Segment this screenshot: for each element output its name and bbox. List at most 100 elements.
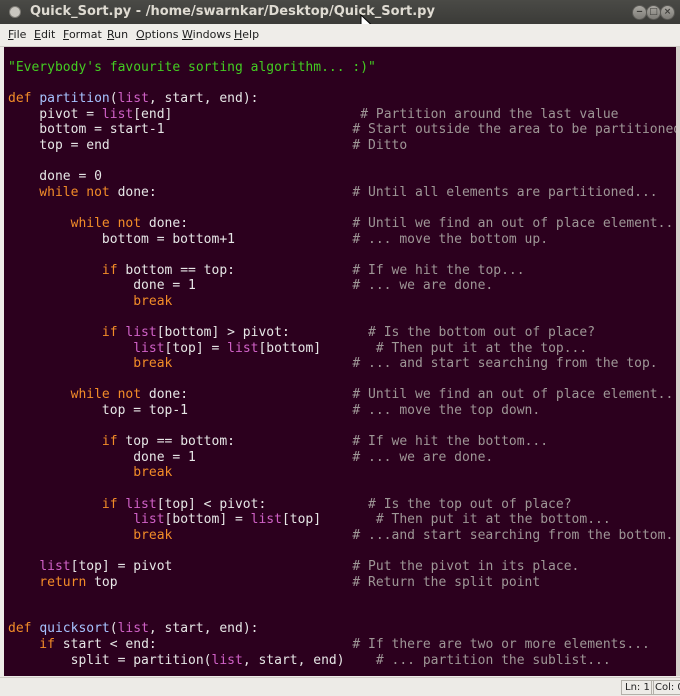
code-token-comment: # ... move the bottom up.	[352, 231, 549, 247]
vertical-scrollbar[interactable]	[676, 47, 680, 676]
code-line[interactable]: list[top] = pivot # Put the pivot in its…	[8, 559, 676, 575]
code-line[interactable]: break	[8, 294, 676, 310]
code-line[interactable]: return top # Return the split point	[8, 575, 676, 591]
code-line[interactable]: if list[bottom] > pivot: # Is the bottom…	[8, 325, 676, 341]
code-token-comment: # ... we are done.	[352, 449, 494, 465]
code-line[interactable]: if top == bottom: # If we hit the bottom…	[8, 434, 676, 450]
code-token-code	[8, 341, 133, 356]
code-token-keyword: if	[8, 496, 126, 512]
code-line[interactable]	[8, 590, 676, 606]
code-line[interactable]	[8, 76, 676, 92]
code-line[interactable]: list[top] = list[bottom] # Then put it a…	[8, 341, 676, 357]
code-line[interactable]: while not done: # Until we find an out o…	[8, 387, 676, 403]
code-line[interactable]: list[bottom] = list[top] # Then put it a…	[8, 512, 676, 528]
code-token-builtin: list	[133, 512, 165, 528]
code-token-builtin: list	[117, 621, 149, 637]
menu-windows[interactable]: Windows	[182, 28, 231, 41]
code-token-builtin: list	[227, 340, 259, 356]
code-token-code	[8, 559, 39, 574]
code-token-code: , start, end)	[242, 652, 376, 668]
code-token-comment: # Put the pivot in its place.	[352, 559, 580, 574]
code-line[interactable]: top = end # Ditto	[8, 138, 676, 154]
code-token-keyword: def	[8, 621, 40, 637]
code-line[interactable]	[8, 419, 676, 435]
code-token-code: [bottom]	[258, 340, 376, 356]
minimize-button[interactable]: ‒	[632, 5, 647, 20]
code-line[interactable]: if bottom == top: # If we hit the top...	[8, 263, 676, 279]
code-token-comment: # Start outside the area to be partition…	[352, 122, 676, 138]
code-line[interactable]: def partition(list, start, end):	[8, 91, 676, 107]
code-line[interactable]	[8, 200, 676, 216]
menu-format[interactable]: Format	[63, 28, 102, 41]
maximize-button[interactable]: □	[646, 5, 661, 20]
close-button[interactable]: ×	[660, 5, 675, 20]
code-line[interactable]: if start < end: # If there are two or mo…	[8, 637, 676, 653]
code-token-comment: # Ditto	[352, 137, 408, 153]
code-line[interactable]: split = partition(list, start, end) # ..…	[8, 653, 676, 669]
code-token-code: (	[109, 91, 118, 107]
code-token-keyword: return	[8, 574, 95, 590]
menu-run[interactable]: Run	[107, 28, 128, 41]
code-line[interactable]: bottom = start-1 # Start outside the are…	[8, 122, 676, 138]
code-line[interactable]: def quicksort(list, start, end):	[8, 621, 676, 637]
code-token-comment: # If there are two or more elements...	[352, 636, 650, 652]
code-token-comment: # ...and start searching from the bottom…	[352, 527, 674, 543]
code-token-keyword: break	[8, 356, 353, 372]
menu-options[interactable]: Options	[136, 28, 178, 41]
code-token-comment: # ... and start searching from the top.	[352, 356, 658, 372]
code-line[interactable]: break # ... and start searching from the…	[8, 356, 676, 372]
code-line[interactable]: done = 1 # ... we are done.	[8, 278, 676, 294]
code-token-code: bottom = start-1	[8, 122, 353, 138]
code-token-code: [bottom] > pivot:	[156, 325, 369, 341]
menu-bar: File Edit Format Run Options Windows Hel…	[0, 24, 680, 47]
code-line[interactable]	[8, 372, 676, 388]
code-token-code: done:	[148, 215, 353, 231]
code-line[interactable]: bottom = bottom+1 # ... move the bottom …	[8, 232, 676, 248]
code-token-builtin: list	[125, 496, 157, 512]
code-token-code	[8, 512, 133, 527]
code-line[interactable]	[8, 247, 676, 263]
code-token-comment: # Then put it at the bottom...	[375, 512, 611, 528]
code-token-code: [top] = pivot	[70, 559, 353, 574]
code-token-builtin: list	[133, 340, 165, 356]
code-token-code: top = end	[8, 137, 353, 153]
code-token-comment: # Is the bottom out of place?	[368, 325, 596, 341]
code-line[interactable]: if list[top] < pivot: # Is the top out o…	[8, 497, 676, 513]
code-token-comment: # Partition around the last value	[360, 106, 619, 122]
code-token-builtin: list	[211, 652, 243, 668]
title-bar[interactable]: Quick_Sort.py - /home/swarnkar/Desktop/Q…	[0, 0, 680, 24]
code-token-code: top == bottom:	[125, 434, 353, 450]
code-line[interactable]: "Everybody's favourite sorting algorithm…	[8, 60, 676, 76]
menu-help[interactable]: Help	[234, 28, 259, 41]
code-line[interactable]	[8, 481, 676, 497]
code-token-code: , start, end):	[148, 621, 259, 637]
code-line[interactable]: while not done: # Until we find an out o…	[8, 216, 676, 232]
code-token-comment: # Until we find an out of place element.…	[352, 215, 676, 231]
code-token-keyword: while not	[8, 184, 118, 200]
code-line[interactable]: top = top-1 # ... move the top down.	[8, 403, 676, 419]
code-line[interactable]: while not done: # Until all elements are…	[8, 185, 676, 201]
code-text-area[interactable]: "Everybody's favourite sorting algorithm…	[8, 60, 676, 668]
window-title: Quick_Sort.py - /home/swarnkar/Desktop/Q…	[30, 4, 435, 19]
menu-edit[interactable]: Edit	[34, 28, 55, 41]
code-line[interactable]: break	[8, 465, 676, 481]
code-editor[interactable]: "Everybody's favourite sorting algorithm…	[4, 47, 676, 676]
status-bar: Ln: 1 Col: 0	[0, 677, 680, 696]
code-line[interactable]: pivot = list[end] # Partition around the…	[8, 107, 676, 123]
code-line[interactable]	[8, 543, 676, 559]
code-token-comment: # Then put it at the top...	[375, 340, 588, 356]
code-line[interactable]	[8, 154, 676, 170]
code-token-code: done = 1	[8, 449, 353, 465]
code-token-builtin: list	[117, 91, 149, 107]
code-token-code: bottom = bottom+1	[8, 231, 353, 247]
code-line[interactable]: break # ...and start searching from the …	[8, 528, 676, 544]
code-token-keyword: if	[8, 262, 126, 278]
code-token-code: [top] < pivot:	[156, 496, 369, 512]
menu-file[interactable]: File	[8, 28, 26, 41]
code-token-comment: # Until all elements are partitioned...	[352, 184, 658, 200]
code-line[interactable]: done = 1 # ... we are done.	[8, 450, 676, 466]
code-line[interactable]	[8, 310, 676, 326]
code-line[interactable]: done = 0	[8, 169, 676, 185]
code-token-code: top	[94, 574, 353, 590]
code-line[interactable]	[8, 606, 676, 622]
